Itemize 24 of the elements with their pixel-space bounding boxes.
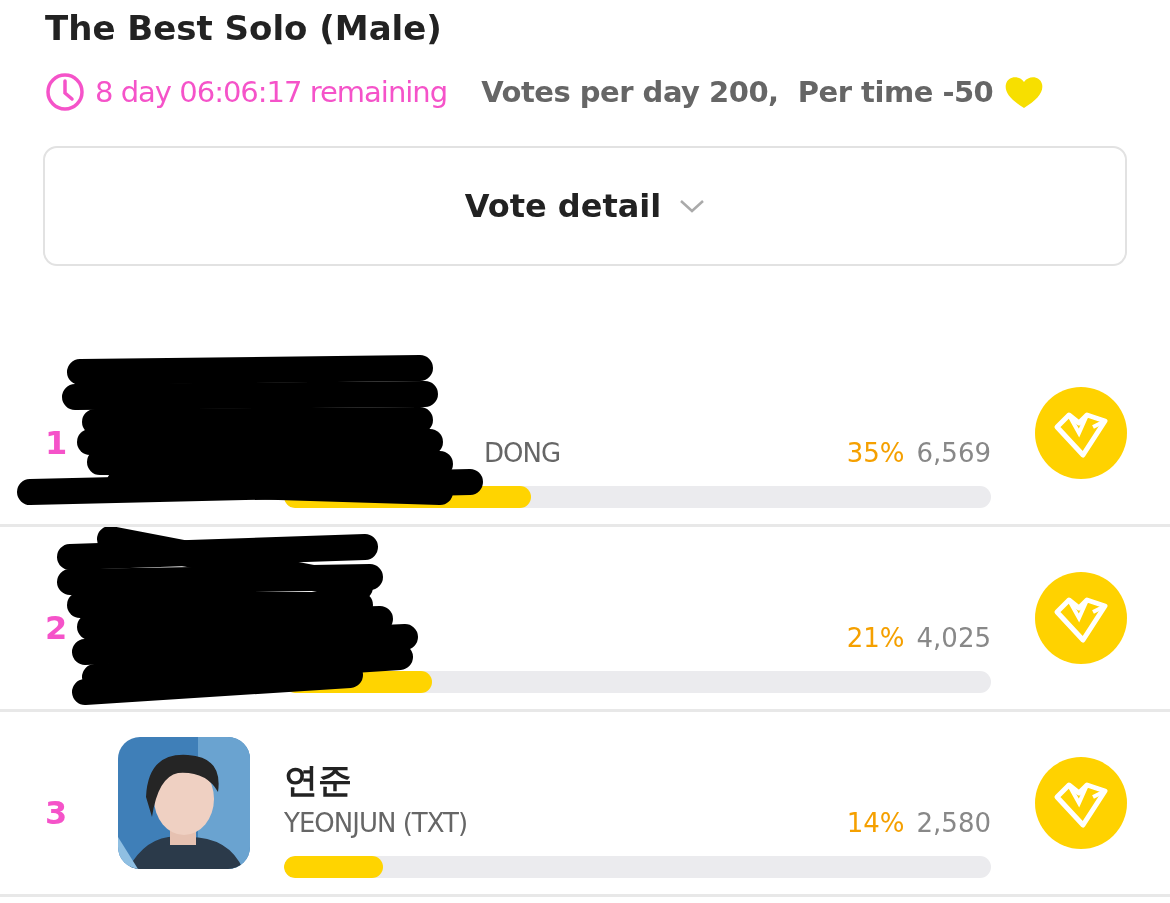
vote-percent: 35% (846, 438, 905, 468)
vote-button[interactable] (1035, 757, 1127, 849)
chevron-down-icon (679, 198, 706, 214)
time-remaining: 8 day 06:06:17 remaining (95, 75, 448, 109)
heart-logo-icon (1035, 572, 1127, 664)
rank-number: 1 (44, 424, 69, 462)
vote-detail-button[interactable]: Vote detail (43, 146, 1127, 266)
vote-info: Votes per day 200, Per time -50 (481, 75, 994, 109)
rank-number: 3 (44, 794, 69, 832)
heart-logo-icon (1035, 757, 1127, 849)
vote-count: 2,580 (916, 808, 991, 838)
vote-button[interactable] (1035, 572, 1127, 664)
vote-button[interactable] (1035, 387, 1127, 479)
candidate-subtitle: YEONJUN (TXT) (284, 808, 468, 838)
vote-percent: 21% (846, 623, 905, 653)
rank-number: 2 (44, 609, 69, 647)
candidate-name: 연준 (284, 760, 352, 800)
vote-count: 6,569 (916, 438, 991, 468)
heart-logo-icon (1035, 387, 1127, 479)
page-title: The Best Solo (Male) (45, 8, 442, 48)
clock-icon (45, 72, 85, 112)
candidate-subtitle: DONG (484, 438, 561, 468)
vote-percent: 14% (846, 808, 905, 838)
vote-count: 4,025 (916, 623, 991, 653)
